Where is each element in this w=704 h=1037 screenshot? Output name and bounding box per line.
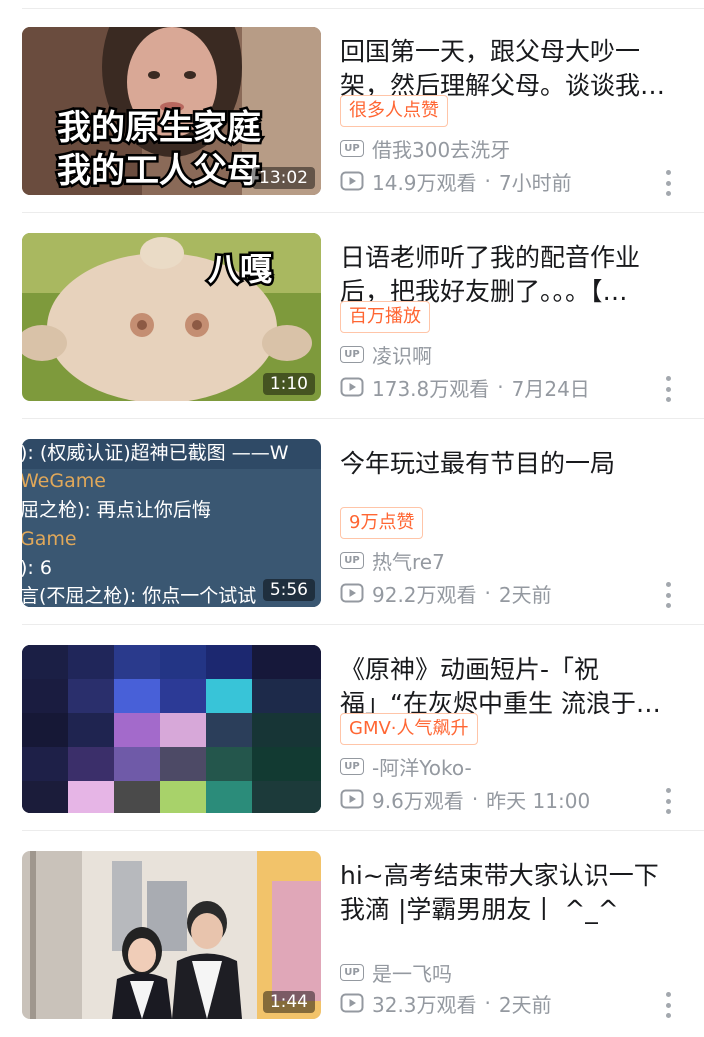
video-card[interactable]: 1:44 hi~高考结束带大家认识一下我滴 |学霸男朋友丨 ^_^ UP 是一飞… <box>0 831 704 1037</box>
play-icon <box>340 993 364 1013</box>
thumbnail-text: 屈之枪): 再点让你后悔 <box>22 499 211 521</box>
thumbnail-text: 我的原生家庭 <box>57 108 261 148</box>
uploader[interactable]: UP 热气re7 <box>340 546 445 574</box>
video-badge: GMV·人气飙升 <box>340 713 478 745</box>
thumbnail-text: 我的工人父母 <box>57 151 261 191</box>
more-vertical-icon[interactable] <box>662 992 674 1018</box>
view-count: 173.8万观看 <box>372 376 490 401</box>
uploader[interactable]: UP 是一飞吗 <box>340 958 452 986</box>
play-icon <box>340 171 364 191</box>
video-duration: 1:44 <box>262 991 315 1013</box>
publish-time: 2天前 <box>498 992 552 1017</box>
video-stats: 173.8万观看 · 7月24日 <box>340 373 590 401</box>
more-vertical-icon[interactable] <box>662 170 674 196</box>
thumbnail-text: 八嘎 <box>208 250 272 288</box>
video-card[interactable]: 八嘎 1:10 日语老师听了我的配音作业后，把我好友删了。。。【… 百万播放 U… <box>0 213 704 419</box>
more-vertical-icon[interactable] <box>662 582 674 608</box>
up-icon: UP <box>340 757 364 775</box>
uploader-name[interactable]: 热气re7 <box>372 546 445 575</box>
thumbnail-image <box>22 645 321 813</box>
video-card[interactable]: 《原神》动画短片-「祝福」“在灰烬中重生 流浪于浮世… GMV·人气飙升 UP … <box>0 625 704 831</box>
thumbnail-text: 言(不屈之枪): 你点一个试试 <box>22 585 256 607</box>
more-vertical-icon[interactable] <box>662 788 674 814</box>
video-card[interactable]: ): (权威认证)超神已截图 ——W WeGame 屈之枪): 再点让你后悔 G… <box>0 419 704 625</box>
uploader[interactable]: UP 凌识啊 <box>340 340 432 368</box>
uploader-name[interactable]: 借我300去洗牙 <box>372 134 510 163</box>
video-duration: 13:02 <box>252 167 315 189</box>
up-icon: UP <box>340 963 364 981</box>
play-icon <box>340 583 364 603</box>
video-title[interactable]: 今年玩过最有节目的一局 <box>340 447 680 481</box>
publish-time: 昨天 11:00 <box>486 788 591 813</box>
video-stats: 9.6万观看 · 昨天 11:00 <box>340 785 590 813</box>
video-title[interactable]: 回国第一天，跟父母大吵一架，然后理解父母。谈谈我… <box>340 35 680 103</box>
video-thumbnail[interactable]: 八嘎 1:10 <box>22 233 321 401</box>
view-count: 92.2万观看 <box>372 582 477 607</box>
video-badge: 很多人点赞 <box>340 95 448 127</box>
separator: · <box>484 169 491 193</box>
more-vertical-icon[interactable] <box>662 376 674 402</box>
publish-time: 2天前 <box>498 582 552 607</box>
video-card[interactable]: 我的原生家庭 我的工人父母 13:02 回国第一天，跟父母大吵一架，然后理解父母… <box>0 7 704 213</box>
view-count: 32.3万观看 <box>372 992 477 1017</box>
video-title[interactable]: 《原神》动画短片-「祝福」“在灰烬中重生 流浪于浮世… <box>340 653 680 721</box>
video-title[interactable]: hi~高考结束带大家认识一下我滴 |学霸男朋友丨 ^_^ <box>340 859 680 927</box>
uploader-name[interactable]: -阿洋Yoko- <box>372 752 472 781</box>
thumbnail-text: ): (权威认证)超神已截图 ——W <box>22 442 289 464</box>
play-icon <box>340 789 364 809</box>
video-stats: 32.3万观看 · 2天前 <box>340 989 552 1017</box>
separator: · <box>484 991 491 1015</box>
play-icon <box>340 377 364 397</box>
thumbnail-text: ): 6 <box>22 557 52 579</box>
publish-time: 7月24日 <box>511 376 590 401</box>
view-count: 9.6万观看 <box>372 788 464 813</box>
up-icon: UP <box>340 139 364 157</box>
video-stats: 14.9万观看 · 7小时前 <box>340 167 572 195</box>
video-badge: 百万播放 <box>340 301 430 333</box>
separator: · <box>484 581 491 605</box>
uploader-name[interactable]: 是一飞吗 <box>372 958 452 987</box>
video-duration: 1:10 <box>262 373 315 395</box>
video-feed: 我的原生家庭 我的工人父母 13:02 回国第一天，跟父母大吵一架，然后理解父母… <box>0 0 704 1024</box>
thumbnail-text: WeGame <box>22 470 106 492</box>
video-duration: 5:56 <box>262 579 315 601</box>
video-thumbnail[interactable]: 我的原生家庭 我的工人父母 13:02 <box>22 27 321 195</box>
video-thumbnail[interactable] <box>22 645 321 813</box>
separator: · <box>497 375 504 399</box>
uploader[interactable]: UP 借我300去洗牙 <box>340 134 510 162</box>
video-thumbnail[interactable]: ): (权威认证)超神已截图 ——W WeGame 屈之枪): 再点让你后悔 G… <box>22 439 321 607</box>
up-icon: UP <box>340 345 364 363</box>
separator: · <box>471 787 479 811</box>
video-stats: 92.2万观看 · 2天前 <box>340 579 552 607</box>
up-icon: UP <box>340 551 364 569</box>
video-thumbnail[interactable]: 1:44 <box>22 851 321 1019</box>
view-count: 14.9万观看 <box>372 170 477 195</box>
uploader[interactable]: UP -阿洋Yoko- <box>340 752 472 780</box>
video-badge: 9万点赞 <box>340 507 424 539</box>
publish-time: 7小时前 <box>498 170 572 195</box>
uploader-name[interactable]: 凌识啊 <box>372 340 432 369</box>
video-title[interactable]: 日语老师听了我的配音作业后，把我好友删了。。。【… <box>340 241 680 309</box>
thumbnail-text: Game <box>22 528 77 550</box>
